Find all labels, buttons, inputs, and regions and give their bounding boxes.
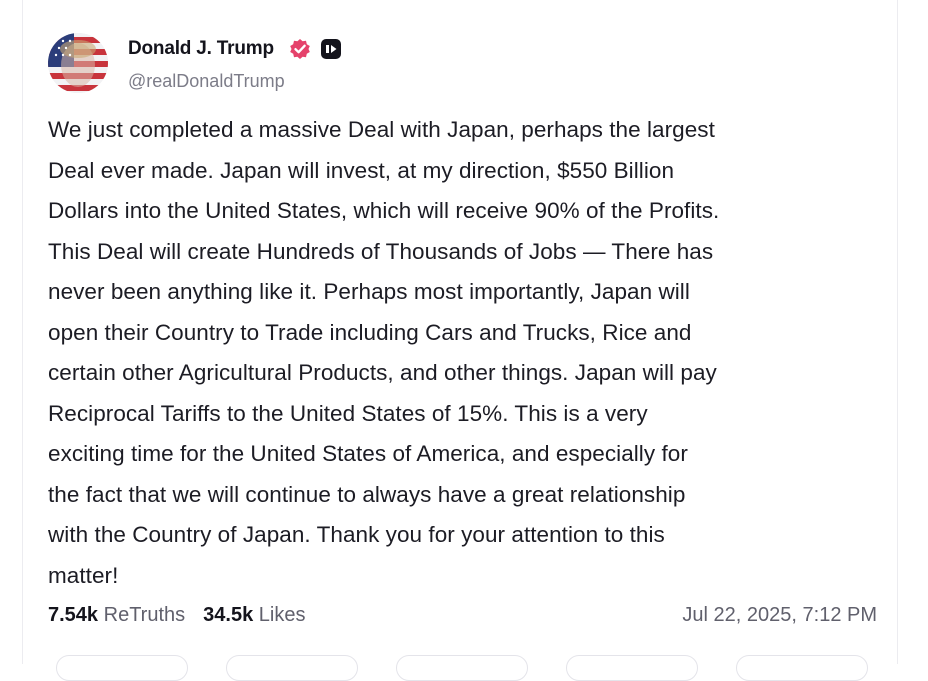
reply-button[interactable]	[56, 655, 188, 681]
likes-count: 34.5k	[203, 604, 254, 626]
affiliate-badge-icon	[321, 39, 341, 59]
post-timestamp[interactable]: Jul 22, 2025, 7:12 PM	[682, 604, 877, 627]
avatar-image	[48, 33, 108, 93]
like-button[interactable]	[396, 655, 528, 681]
retruths-label: ReTruths	[103, 604, 186, 626]
author-handle[interactable]: @realDonaldTrump	[128, 71, 285, 92]
retruth-button[interactable]	[226, 655, 358, 681]
likes-label: Likes	[258, 604, 306, 626]
post-stats: 7.54k ReTruths 34.5k Likes	[48, 604, 305, 627]
retruths-stat[interactable]: 7.54k ReTruths	[48, 604, 185, 626]
verified-badge-icon	[290, 39, 310, 59]
retruths-count: 7.54k	[48, 604, 99, 626]
post-body: We just completed a massive Deal with Ja…	[48, 117, 720, 588]
author-name[interactable]: Donald J. Trump	[128, 38, 274, 60]
avatar[interactable]	[48, 33, 108, 93]
more-button[interactable]	[736, 655, 868, 681]
share-button[interactable]	[566, 655, 698, 681]
likes-stat[interactable]: 34.5k Likes	[203, 604, 305, 626]
